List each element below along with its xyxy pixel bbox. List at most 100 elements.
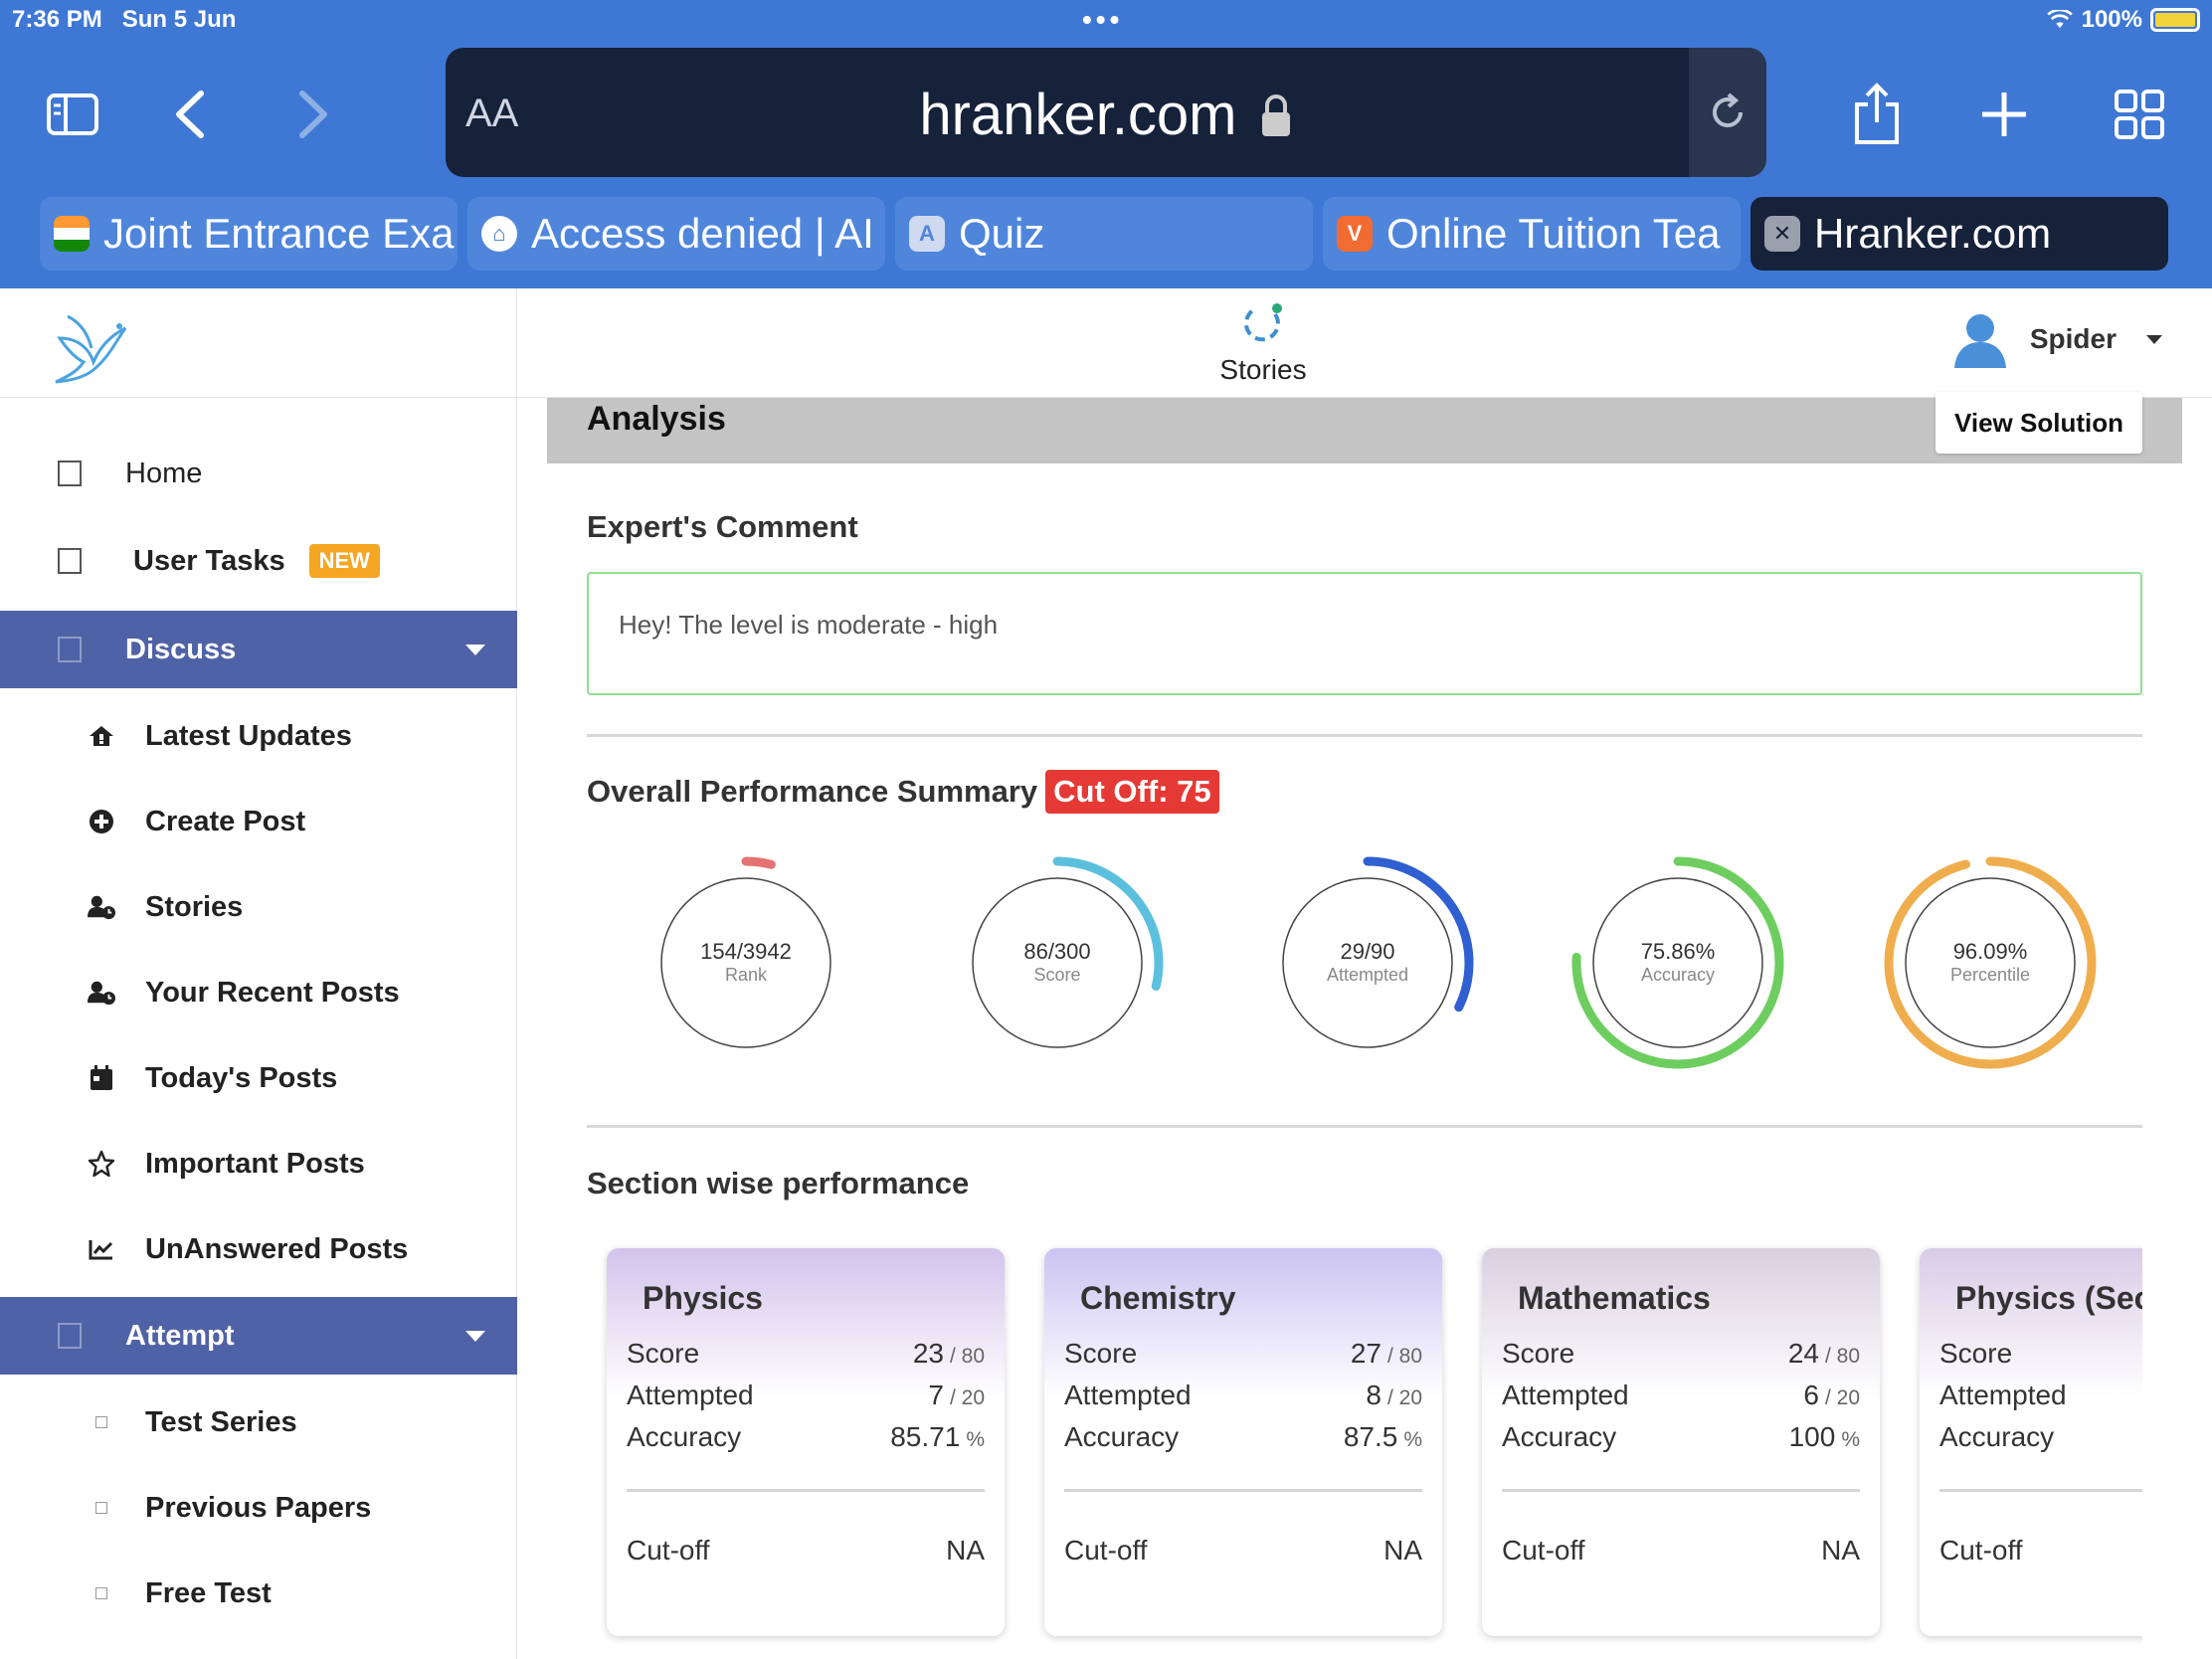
sidebar-item-test-series[interactable]: Test Series [0, 1382, 517, 1462]
stories-link[interactable]: Stories [1194, 298, 1333, 386]
battery-percent: 100% [2081, 6, 2142, 33]
card-row-attempted: Attempted [1939, 1380, 2142, 1411]
view-solution-button[interactable]: View Solution [1936, 392, 2142, 454]
new-badge: NEW [308, 544, 380, 578]
user-clock-icon [88, 980, 115, 1006]
clock-date: Sun 5 Jun [121, 6, 237, 33]
row-label: Attempted [1939, 1380, 2067, 1410]
user-menu[interactable]: Spider [1952, 310, 2162, 368]
summary-heading-text: Overall Performance Summary [587, 774, 1038, 809]
caret-down-icon[interactable] [465, 644, 485, 655]
forward-arrow-icon[interactable] [278, 80, 348, 149]
sidebar-item-stories[interactable]: Stories [0, 867, 517, 947]
section-card-physics-sec: Physics (Sec Score Attempted Accuracy Cu… [1920, 1248, 2142, 1636]
sidebar-item-latest-updates[interactable]: Latest Updates [0, 696, 517, 776]
analysis-header: Analysis View Solution [547, 392, 2182, 463]
sidebar-item-unanswered-posts[interactable]: UnAnswered Posts [0, 1209, 517, 1289]
battery-icon [2150, 8, 2200, 32]
reload-icon[interactable] [1689, 48, 1766, 177]
row-label: Accuracy [1939, 1421, 2055, 1452]
row-value: 100 [1788, 1421, 1836, 1452]
section-performance-heading: Section wise performance [587, 1166, 970, 1200]
tab-overview-icon[interactable] [2105, 80, 2174, 149]
sidebar-item-label: Important Posts [145, 1147, 365, 1180]
card-row-score: Score [1939, 1338, 2142, 1370]
square-icon [88, 1587, 115, 1599]
tab-online-tuition[interactable]: V Online Tuition Tea [1323, 197, 1741, 271]
card-row-attempted: Attempted 7/ 20 [627, 1380, 985, 1411]
card-row-accuracy: Accuracy 85.71% [627, 1421, 985, 1453]
sidebar-item-label: Free Test [145, 1576, 272, 1609]
row-value: 7 [928, 1380, 944, 1410]
row-label: Attempted [1064, 1380, 1192, 1410]
gauge-percentile: 96.09% Percentile [1881, 853, 2100, 1072]
sidebar-section-attempt[interactable]: Attempt [0, 1297, 517, 1375]
cutoff-badge: Cut Off: 75 [1045, 770, 1219, 814]
caret-down-icon[interactable] [465, 1330, 485, 1342]
divider [587, 1125, 2142, 1128]
user-clock-icon [88, 894, 115, 920]
sidebar-item-free-test[interactable]: Free Test [0, 1554, 517, 1633]
square-icon [88, 1502, 115, 1514]
sidebar-item-label: Stories [145, 890, 244, 923]
card-title: Chemistry [1080, 1280, 1236, 1316]
sidebar-item-previous-papers[interactable]: Previous Papers [0, 1468, 517, 1548]
sidebar-item-label: UnAnswered Posts [145, 1232, 409, 1265]
calendar-icon [88, 1065, 115, 1091]
section-card-chemistry: Chemistry Score 27/ 80 Attempted 8/ 20 Acc… [1044, 1248, 1442, 1636]
battery-status: 100% [2046, 6, 2200, 34]
card-divider [1064, 1489, 1422, 1492]
avatar [1953, 314, 2006, 368]
url-text[interactable]: hranker.com [446, 82, 1766, 148]
row-total: / 20 [1824, 1386, 1860, 1409]
sidebar-section-discuss[interactable]: Discuss [0, 611, 517, 688]
row-unit: % [1841, 1428, 1860, 1451]
tab-hranker[interactable]: ✕ Hranker.com [1751, 197, 2168, 271]
new-tab-plus-icon[interactable] [1969, 80, 2039, 149]
row-unit: % [966, 1428, 985, 1451]
sidebar-item-recent-posts[interactable]: Your Recent Posts [0, 953, 517, 1032]
row-value: 23 [912, 1338, 944, 1369]
chevron-down-icon[interactable] [2146, 334, 2162, 344]
section-card-mathematics: Mathematics Score 24/ 80 Attempted 6/ 20 A… [1482, 1248, 1880, 1636]
card-title: Physics [643, 1280, 763, 1316]
clock-time: 7:36 PM [12, 6, 102, 33]
expert-comment-heading: Expert's Comment [587, 509, 858, 544]
india-flag-icon [54, 216, 90, 252]
sidebar-toggle-icon[interactable] [38, 80, 107, 149]
back-arrow-icon[interactable] [155, 80, 225, 149]
sidebar-item-label: Create Post [145, 805, 306, 837]
row-total: / 20 [1386, 1386, 1422, 1409]
checkbox-icon[interactable] [58, 461, 82, 486]
sidebar-item-home[interactable]: Home [0, 434, 517, 513]
expert-comment-text: Hey! The level is moderate - high [619, 610, 999, 640]
stories-ring-icon [1243, 303, 1282, 342]
checkbox-icon[interactable] [58, 548, 82, 574]
user-name: Spider [2029, 323, 2117, 354]
bird-logo-icon[interactable] [50, 308, 133, 386]
checkbox-icon[interactable] [58, 637, 82, 662]
sidebar-item-user-tasks[interactable]: User Tasks NEW [0, 521, 517, 601]
address-bar[interactable]: AA hranker.com [446, 48, 1766, 177]
more-dots-icon[interactable]: ••• [1082, 4, 1123, 36]
logo-area [0, 288, 517, 398]
row-total: / 80 [1824, 1345, 1860, 1368]
card-row-score: Score 23/ 80 [627, 1338, 985, 1370]
sidebar-item-label: Home [125, 457, 203, 489]
row-value: 87.5 [1343, 1421, 1398, 1452]
checkbox-icon[interactable] [58, 1323, 82, 1349]
gauge-accuracy: 75.86% Accuracy [1568, 853, 1787, 1072]
sidebar-item-create-post[interactable]: Create Post [0, 782, 517, 861]
sidebar-item-label: Latest Updates [145, 719, 352, 752]
card-row-score: Score 27/ 80 [1064, 1338, 1422, 1370]
sidebar-item-label: Test Series [145, 1405, 297, 1438]
sidebar-item-todays-posts[interactable]: Today's Posts [0, 1038, 517, 1118]
card-header-bg [1044, 1248, 1442, 1397]
tab-joint-entrance[interactable]: Joint Entrance Exa [40, 197, 458, 271]
tab-quiz[interactable]: A Quiz [895, 197, 1313, 271]
sidebar-item-important-posts[interactable]: Important Posts [0, 1124, 517, 1203]
gauge-label: Rank [724, 965, 768, 985]
close-icon[interactable]: ✕ [1764, 216, 1800, 252]
tab-access-denied[interactable]: ⌂ Access denied | AI [467, 197, 885, 271]
share-icon[interactable] [1842, 80, 1912, 149]
